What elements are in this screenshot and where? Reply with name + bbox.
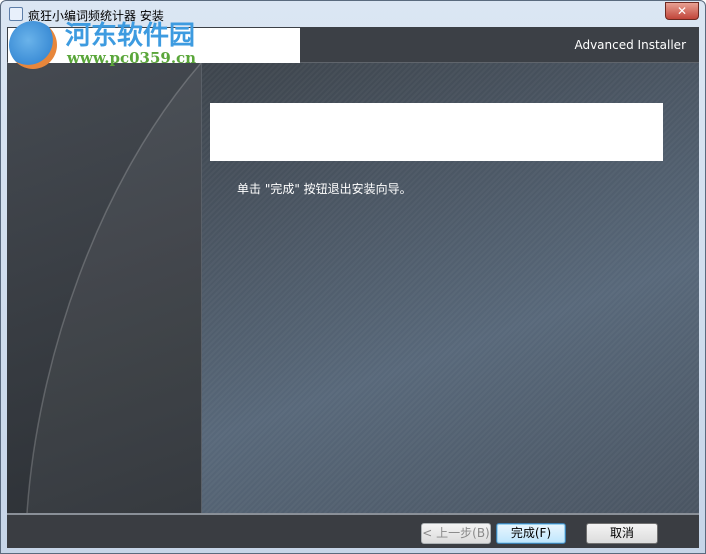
back-button[interactable]: < 上一步(B) <box>421 523 491 544</box>
content-panel: 单击 "完成" 按钮退出安装向导。 <box>201 63 699 513</box>
close-button[interactable]: ✕ <box>665 2 699 20</box>
decorative-curve <box>26 63 201 513</box>
finish-button[interactable]: 完成(F) <box>496 523 566 544</box>
window-title: 疯狂小编词频统计器 安装 <box>28 9 164 23</box>
cancel-button[interactable]: 取消 <box>586 523 658 544</box>
header-banner: Advanced Installer <box>7 27 699 63</box>
brand-label: Advanced Installer <box>574 38 686 52</box>
side-panel <box>7 63 201 513</box>
banner-image <box>8 28 300 63</box>
content-banner <box>210 103 663 161</box>
wizard-body: Advanced Installer 单击 "完成" 按钮退出安装向导。 < 上… <box>7 27 699 548</box>
installer-window: 疯狂小编词频统计器 安装 ✕ Advanced Installer 单击 "完成… <box>0 0 706 554</box>
finish-message: 单击 "完成" 按钮退出安装向导。 <box>237 182 412 196</box>
title-bar: 疯狂小编词频统计器 安装 ✕ <box>1 1 705 27</box>
button-bar: < 上一步(B) 完成(F) 取消 <box>7 513 699 548</box>
app-icon <box>9 7 23 21</box>
